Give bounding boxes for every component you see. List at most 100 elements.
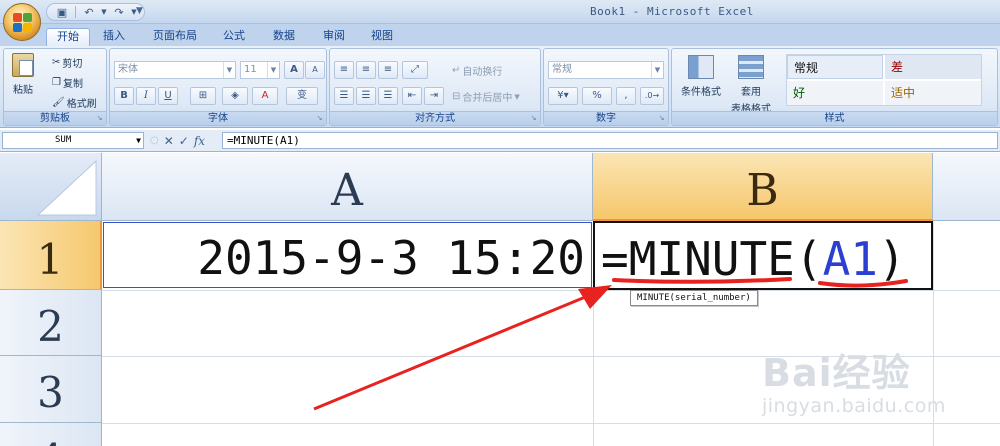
save-icon[interactable]: ▣ (53, 4, 71, 20)
styles-group-label: 样式 (672, 111, 997, 125)
dialog-launcher-icon[interactable]: ↘ (95, 114, 104, 123)
column-header-a[interactable]: A (102, 153, 593, 221)
row-header-4[interactable]: 4 (0, 423, 102, 446)
chevron-down-icon: ▼ (223, 62, 235, 78)
office-logo-icon (13, 13, 33, 33)
borders-icon: ⊞ (198, 90, 208, 101)
wrap-text-icon: ↵ (452, 65, 461, 76)
orientation-button[interactable]: ⤢ (402, 61, 428, 79)
undo-dropdown-icon[interactable]: ▼ (100, 4, 108, 20)
fill-color-button[interactable]: ◈ (222, 87, 248, 105)
paste-label: 粘贴 (13, 85, 33, 96)
insert-function-icon[interactable]: fx (194, 134, 205, 148)
cell-b1[interactable]: =MINUTE(A1) (593, 221, 933, 290)
column-header-c[interactable] (933, 153, 1000, 221)
percent-button[interactable]: % (582, 87, 612, 105)
conditional-format-button[interactable]: 条件格式 (678, 55, 724, 98)
watermark-url: jingyan.baidu.com (762, 395, 946, 417)
cut-button[interactable]: ✂ 剪切 (52, 55, 82, 70)
align-right-icon: ☰ (383, 90, 393, 101)
currency-icon: ¥▾ (557, 90, 569, 101)
bold-button[interactable]: B (114, 87, 134, 105)
worksheet-grid: A B 1 2 3 4 2015-9-3 15:20 =MINUTE(A1) M… (0, 153, 1000, 446)
function-tooltip[interactable]: MINUTE(serial_number) (630, 290, 758, 306)
row-header-3[interactable]: 3 (0, 356, 102, 423)
formula-buttons: ◌ ✕ ✓ fx (150, 132, 205, 149)
style-normal[interactable]: 常规 (787, 55, 883, 79)
select-all-corner[interactable] (0, 153, 102, 221)
font-size-value: 11 (244, 64, 257, 75)
align-left-button[interactable]: ☰ (334, 87, 354, 105)
formula-input[interactable]: =MINUTE(A1) (222, 132, 998, 149)
tab-home[interactable]: 开始 (46, 28, 90, 46)
paste-button[interactable]: 粘贴 (8, 53, 38, 96)
shrink-font-button[interactable]: A (305, 61, 325, 79)
font-name-value: 宋体 (118, 64, 138, 75)
align-top-button[interactable]: ≡ (334, 61, 354, 79)
indent-icon: ⇥ (429, 90, 439, 101)
align-middle-button[interactable]: ≡ (356, 61, 376, 79)
merge-center-label: 合并后居中 (462, 93, 513, 104)
cell-b1-close: ) (877, 232, 906, 286)
align-bottom-button[interactable]: ≡ (378, 61, 398, 79)
row-header-1[interactable]: 1 (0, 221, 102, 290)
cut-label: 剪切 (62, 59, 83, 70)
cell-a1[interactable]: 2015-9-3 15:20 (103, 222, 592, 288)
italic-button[interactable]: I (136, 87, 156, 105)
increase-indent-button[interactable]: ⇥ (424, 87, 444, 105)
align-bottom-icon: ≡ (383, 64, 393, 75)
style-neutral[interactable]: 适中 (885, 81, 981, 105)
tab-formulas[interactable]: 公式 (216, 28, 252, 46)
align-right-button[interactable]: ☰ (378, 87, 398, 105)
merge-center-button[interactable]: ⊟ 合并后居中 ▼ (452, 89, 520, 104)
borders-button[interactable]: ⊞ (190, 87, 216, 105)
number-format-combo[interactable]: 常规 ▼ (548, 61, 664, 79)
phonetic-button[interactable]: 变 (286, 87, 318, 105)
tab-page-layout[interactable]: 页面布局 (146, 28, 204, 46)
dialog-launcher-icon[interactable]: ↘ (657, 114, 666, 123)
table-format-label-1: 套用 (741, 87, 761, 98)
tab-view[interactable]: 视图 (362, 28, 402, 46)
font-color-button[interactable]: A (252, 87, 278, 105)
enter-icon[interactable]: ✓ (179, 134, 189, 148)
office-button[interactable] (3, 3, 41, 41)
style-bad[interactable]: 差 (885, 55, 981, 79)
style-good[interactable]: 好 (787, 81, 883, 105)
percent-label: % (592, 90, 602, 101)
grow-font-button[interactable]: A (284, 61, 304, 79)
decimal-button[interactable]: .0→ (640, 87, 664, 105)
copy-button[interactable]: ❐ 复制 (52, 75, 83, 90)
italic-label: I (144, 90, 148, 101)
table-format-icon (738, 55, 764, 79)
number-group: 常规 ▼ ¥▾ % , .0→ 数字 ↘ (543, 48, 669, 126)
font-color-label: A (261, 90, 269, 101)
redo-icon[interactable]: ↷ (110, 4, 128, 20)
tab-review[interactable]: 审阅 (314, 28, 354, 46)
currency-button[interactable]: ¥▾ (548, 87, 578, 105)
decrease-indent-button[interactable]: ⇤ (402, 87, 422, 105)
comma-style-button[interactable]: , (616, 87, 636, 105)
align-center-button[interactable]: ☰ (356, 87, 376, 105)
align-top-icon: ≡ (339, 64, 349, 75)
dialog-launcher-icon[interactable]: ↘ (529, 114, 538, 123)
font-name-combo[interactable]: 宋体 ▼ (114, 61, 236, 79)
tab-data[interactable]: 数据 (264, 28, 304, 46)
dialog-launcher-icon[interactable]: ↘ (315, 114, 324, 123)
format-painter-button[interactable]: 🖌 格式刷 (52, 95, 97, 110)
cell-styles-gallery: 常规 差 好 适中 (786, 54, 982, 106)
column-header-b[interactable]: B (593, 153, 933, 221)
font-size-combo[interactable]: 11 ▼ (240, 61, 280, 79)
wrap-text-button[interactable]: ↵ 自动换行 (452, 63, 502, 78)
row-header-2[interactable]: 2 (0, 290, 102, 356)
cancel-icon[interactable]: ✕ (164, 134, 174, 148)
align-center-icon: ☰ (361, 90, 371, 101)
formula-bar-handle-icon: ◌ (150, 135, 159, 146)
decimal-icon: .0→ (644, 91, 660, 100)
name-box[interactable]: SUM ▼ (2, 132, 144, 149)
customize-qat-icon[interactable]: ▼ (136, 6, 143, 16)
tab-insert[interactable]: 插入 (96, 28, 132, 46)
format-as-table-button[interactable]: 套用 表格格式 (726, 55, 776, 115)
undo-icon[interactable]: ↶ (80, 4, 98, 20)
underline-button[interactable]: U (158, 87, 178, 105)
bold-label: B (120, 90, 128, 101)
